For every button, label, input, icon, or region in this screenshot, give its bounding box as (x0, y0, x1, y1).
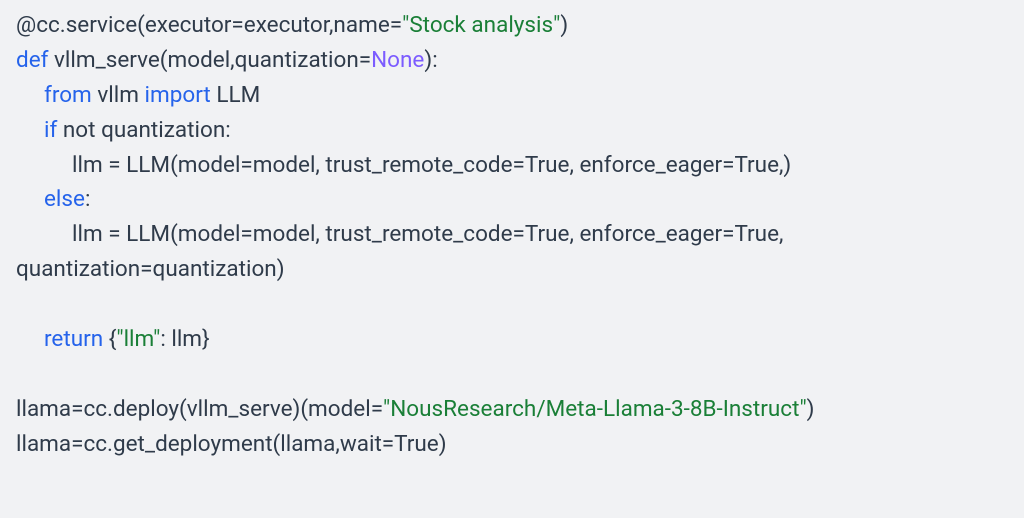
code-token: LLM (211, 82, 260, 108)
keyword-import: import (145, 82, 211, 108)
code-token: @cc.service(executor=executor,name= (16, 12, 402, 38)
none-literal: None (371, 47, 424, 73)
code-token: llama=cc.get_deployment(llama,wait=True) (16, 431, 447, 457)
code-line-10: return {"llm": llm} (16, 322, 1008, 357)
code-token: ): (424, 47, 437, 73)
code-line-3: from vllm import LLM (16, 78, 1008, 113)
code-token: not quantization: (57, 117, 230, 143)
code-token: llm = LLM(model=model, trust_remote_code… (72, 221, 783, 247)
code-token: : llm} (160, 326, 209, 352)
code-token: quantization=quantization) (16, 256, 285, 282)
keyword-if: if (44, 117, 57, 143)
code-token: llm = LLM(model=model, trust_remote_code… (72, 152, 791, 178)
code-token: llama=cc.deploy(vllm_serve)(model= (16, 396, 383, 422)
code-token: { (103, 326, 116, 352)
code-token: ) (807, 396, 815, 422)
string-literal: "NousResearch/Meta-Llama-3-8B-Instruct" (383, 396, 807, 422)
code-block: @cc.service(executor=executor,name="Stoc… (0, 0, 1024, 518)
keyword-return: return (44, 326, 103, 352)
code-blank-line (16, 287, 1008, 322)
code-token: : (85, 186, 90, 212)
code-line-5: llm = LLM(model=model, trust_remote_code… (16, 148, 1008, 183)
code-line-12: llama=cc.deploy(vllm_serve)(model="NousR… (16, 392, 1008, 427)
string-literal: "llm" (116, 326, 160, 352)
code-blank-line (16, 357, 1008, 392)
code-line-8: quantization=quantization) (16, 252, 1008, 287)
code-line-7: llm = LLM(model=model, trust_remote_code… (16, 217, 1008, 252)
keyword-def: def (16, 47, 48, 73)
keyword-from: from (44, 82, 92, 108)
code-token: vllm (92, 82, 145, 108)
code-line-1: @cc.service(executor=executor,name="Stoc… (16, 8, 1008, 43)
code-token: ) (560, 12, 568, 38)
code-line-4: if not quantization: (16, 113, 1008, 148)
keyword-else: else (44, 186, 85, 212)
string-literal: "Stock analysis" (402, 12, 560, 38)
code-token: vllm_serve(model,quantization= (48, 47, 371, 73)
code-line-13: llama=cc.get_deployment(llama,wait=True) (16, 427, 1008, 462)
code-line-2: def vllm_serve(model,quantization=None): (16, 43, 1008, 78)
code-line-6: else: (16, 182, 1008, 217)
